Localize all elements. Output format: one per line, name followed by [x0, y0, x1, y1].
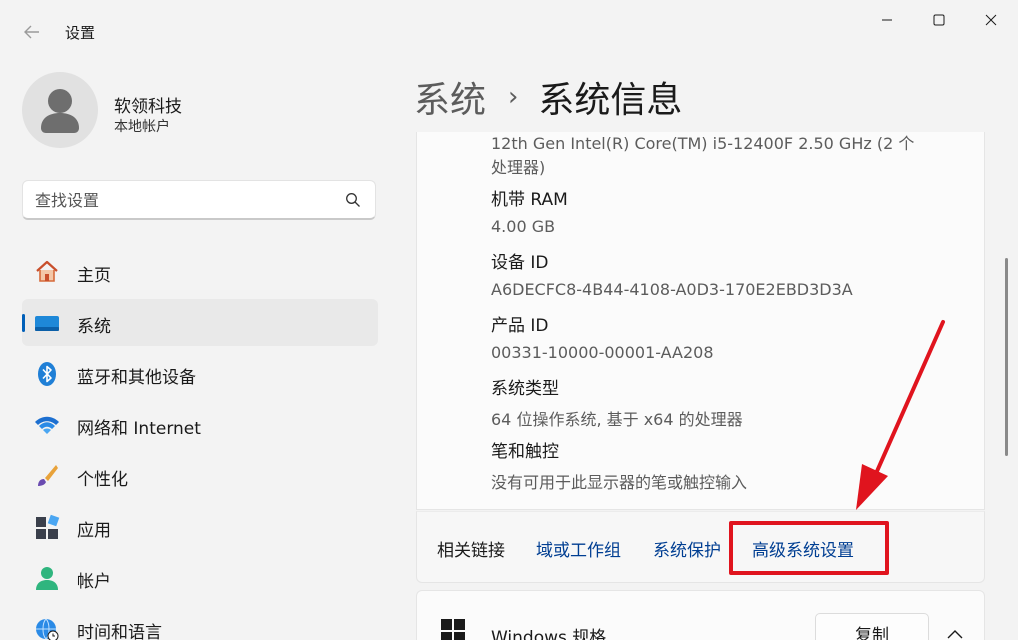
chevron-up-icon: [947, 630, 963, 639]
sidebar-item-system[interactable]: 系统: [22, 299, 378, 346]
sidebar-item-apps[interactable]: 应用: [22, 503, 378, 550]
copy-button[interactable]: 复制: [815, 613, 929, 640]
sidebar-item-label: 网络和 Internet: [77, 419, 201, 439]
scrollbar-thumb[interactable]: [1005, 258, 1008, 456]
ram-value: 4.00 GB: [491, 217, 556, 236]
windows-specs-card[interactable]: Windows 规格 复制: [416, 590, 985, 640]
account-type: 本地帐户: [114, 119, 170, 135]
pen-touch-label: 笔和触控: [491, 442, 559, 462]
windows-specs-title: Windows 规格: [491, 628, 607, 640]
account-icon: [34, 565, 60, 591]
app-title: 设置: [65, 24, 96, 42]
home-icon: [34, 259, 60, 285]
brush-icon: [34, 463, 60, 489]
windows-logo-icon: [441, 619, 465, 640]
close-button[interactable]: [968, 6, 1014, 34]
sidebar-item-label: 时间和语言: [77, 623, 162, 640]
maximize-icon: [933, 14, 945, 26]
system-type-value: 64 位操作系统, 基于 x64 的处理器: [491, 410, 743, 429]
sidebar-item-label: 系统: [77, 317, 111, 337]
close-icon: [985, 14, 997, 26]
minimize-button[interactable]: [864, 6, 910, 34]
related-links-label: 相关链接: [437, 541, 505, 561]
system-display-icon: [34, 310, 60, 336]
breadcrumb: 系统 › 系统信息: [414, 72, 682, 122]
system-type-label: 系统类型: [491, 379, 559, 399]
system-protection-link[interactable]: 系统保护: [653, 536, 721, 561]
user-silhouette-icon: [41, 89, 79, 133]
apps-icon: [34, 514, 60, 540]
arrow-left-icon: [24, 25, 39, 39]
sidebar-item-label: 个性化: [77, 470, 128, 490]
sidebar-item-home[interactable]: 主页: [22, 248, 378, 295]
sidebar-item-personalization[interactable]: 个性化: [22, 452, 378, 499]
highlight-box-annotation: [729, 521, 889, 575]
breadcrumb-separator: ›: [508, 82, 519, 112]
ram-label: 机带 RAM: [491, 190, 568, 210]
pen-touch-value: 没有可用于此显示器的笔或触控输入: [491, 473, 748, 492]
collapse-button[interactable]: [939, 621, 971, 640]
back-button[interactable]: [18, 18, 46, 46]
breadcrumb-parent[interactable]: 系统: [414, 71, 486, 123]
avatar: [22, 72, 98, 148]
device-id-label: 设备 ID: [491, 253, 549, 273]
search-icon[interactable]: [345, 192, 361, 208]
device-id-value: A6DECFC8-4B44-4108-A0D3-170E2EBD3D3A: [491, 280, 853, 299]
user-profile[interactable]: 软领科技 本地帐户: [22, 72, 352, 152]
red-arrow-annotation: [856, 320, 945, 510]
sidebar-item-label: 蓝牙和其他设备: [77, 368, 196, 388]
domain-workgroup-link[interactable]: 域或工作组: [536, 536, 621, 561]
related-links-bar: 相关链接 域或工作组 系统保护 高级系统设置: [416, 511, 985, 583]
processor-value-line1: 12th Gen Intel(R) Core(TM) i5-12400F 2.5…: [491, 134, 915, 153]
sidebar-item-label: 帐户: [77, 572, 111, 592]
sidebar-item-time-language[interactable]: 时间和语言: [22, 605, 378, 640]
maximize-button[interactable]: [916, 6, 962, 34]
search-input[interactable]: [35, 189, 335, 211]
search-box: [22, 180, 376, 220]
processor-value-line2: 处理器): [491, 158, 546, 177]
title-bar: 设置: [0, 0, 1018, 64]
bluetooth-icon: [34, 361, 60, 387]
sidebar-item-network[interactable]: 网络和 Internet: [22, 401, 378, 448]
sidebar-item-bluetooth[interactable]: 蓝牙和其他设备: [22, 350, 378, 397]
minimize-icon: [882, 19, 892, 21]
globe-clock-icon: [34, 616, 60, 640]
page-title: 系统信息: [538, 80, 683, 121]
profile-name: 软领科技: [114, 97, 182, 117]
sidebar-item-accounts[interactable]: 帐户: [22, 554, 378, 601]
sidebar-nav: 主页 系统 蓝牙和其他设备 网络和 Internet 个性化 应用 帐户 时间和…: [22, 248, 378, 640]
product-id-label: 产品 ID: [491, 316, 549, 336]
wifi-icon: [34, 412, 60, 438]
sidebar-item-label: 应用: [77, 521, 111, 541]
sidebar-item-label: 主页: [77, 266, 111, 286]
product-id-value: 00331-10000-00001-AA208: [491, 343, 714, 362]
